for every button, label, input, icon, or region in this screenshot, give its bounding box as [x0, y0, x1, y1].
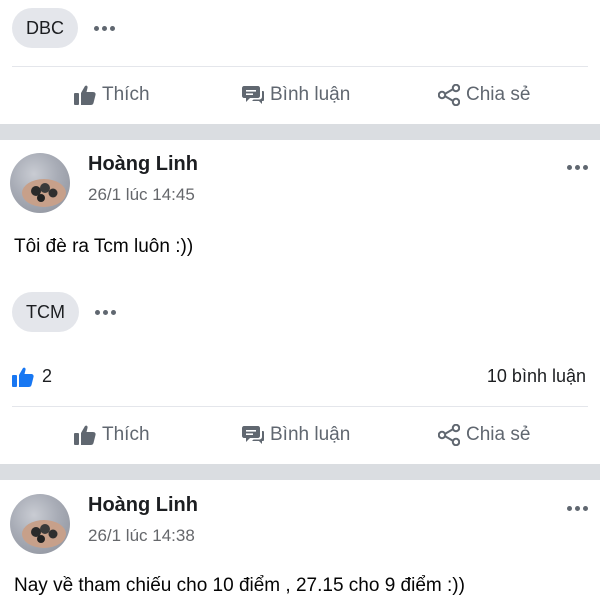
post-separator: [0, 464, 600, 480]
thumbs-up-icon: [74, 425, 96, 445]
share-icon: [438, 424, 460, 446]
like-button[interactable]: Thích: [74, 424, 150, 446]
avatar[interactable]: [10, 153, 70, 213]
comment-icon: [242, 86, 264, 104]
post-header: Hoàng Linh 26/1 lúc 14:38: [10, 494, 588, 558]
post-separator: [0, 124, 600, 140]
comment-label: Bình luận: [270, 424, 351, 445]
like-label: Thích: [102, 84, 150, 105]
action-bar: Thích Bình luận Chia sẻ: [0, 67, 600, 123]
more-options-icon[interactable]: [567, 165, 588, 170]
share-button[interactable]: Chia sẻ: [438, 84, 530, 106]
topic-tag-row: TCM: [12, 292, 116, 332]
comment-icon: [242, 426, 264, 444]
post-timestamp[interactable]: 26/1 lúc 14:38: [88, 526, 195, 546]
share-label: Chia sẻ: [466, 424, 531, 445]
thumbs-up-icon: [74, 85, 96, 105]
news-feed: DBC Thích Bình luận Chia sẻ Hoàng Linh 2…: [0, 0, 600, 600]
like-label: Thích: [102, 424, 150, 445]
tag-more-icon[interactable]: [95, 309, 116, 315]
post-timestamp[interactable]: 26/1 lúc 14:45: [88, 185, 195, 205]
comment-label: Bình luận: [270, 84, 351, 105]
avatar[interactable]: [10, 494, 70, 554]
post-stats: 2 10 bình luận: [12, 366, 588, 396]
post-header: Hoàng Linh 26/1 lúc 14:45: [10, 153, 588, 217]
topic-tag-dbc[interactable]: DBC: [12, 8, 79, 48]
author-name[interactable]: Hoàng Linh: [88, 494, 198, 517]
share-label: Chia sẻ: [466, 84, 531, 105]
share-button[interactable]: Chia sẻ: [438, 424, 530, 446]
like-count: 2: [42, 366, 53, 386]
comment-button[interactable]: Bình luận: [242, 84, 350, 106]
action-bar: Thích Bình luận Chia sẻ: [0, 407, 600, 463]
share-icon: [438, 84, 460, 106]
like-reaction-icon: [12, 367, 34, 387]
comment-count[interactable]: 10 bình luận: [487, 366, 586, 387]
reactions-summary[interactable]: 2: [12, 366, 52, 387]
topic-tag-row: DBC: [12, 8, 116, 48]
tag-more-icon[interactable]: [94, 25, 116, 31]
topic-tag-tcm[interactable]: TCM: [12, 292, 79, 332]
post-text: Tôi đè ra Tcm luôn :)): [14, 236, 194, 257]
like-button[interactable]: Thích: [74, 84, 150, 106]
post-text: Nay về tham chiếu cho 10 điểm , 27.15 ch…: [14, 575, 465, 596]
more-options-icon[interactable]: [567, 506, 588, 511]
author-name[interactable]: Hoàng Linh: [88, 153, 198, 176]
comment-button[interactable]: Bình luận: [242, 424, 350, 446]
